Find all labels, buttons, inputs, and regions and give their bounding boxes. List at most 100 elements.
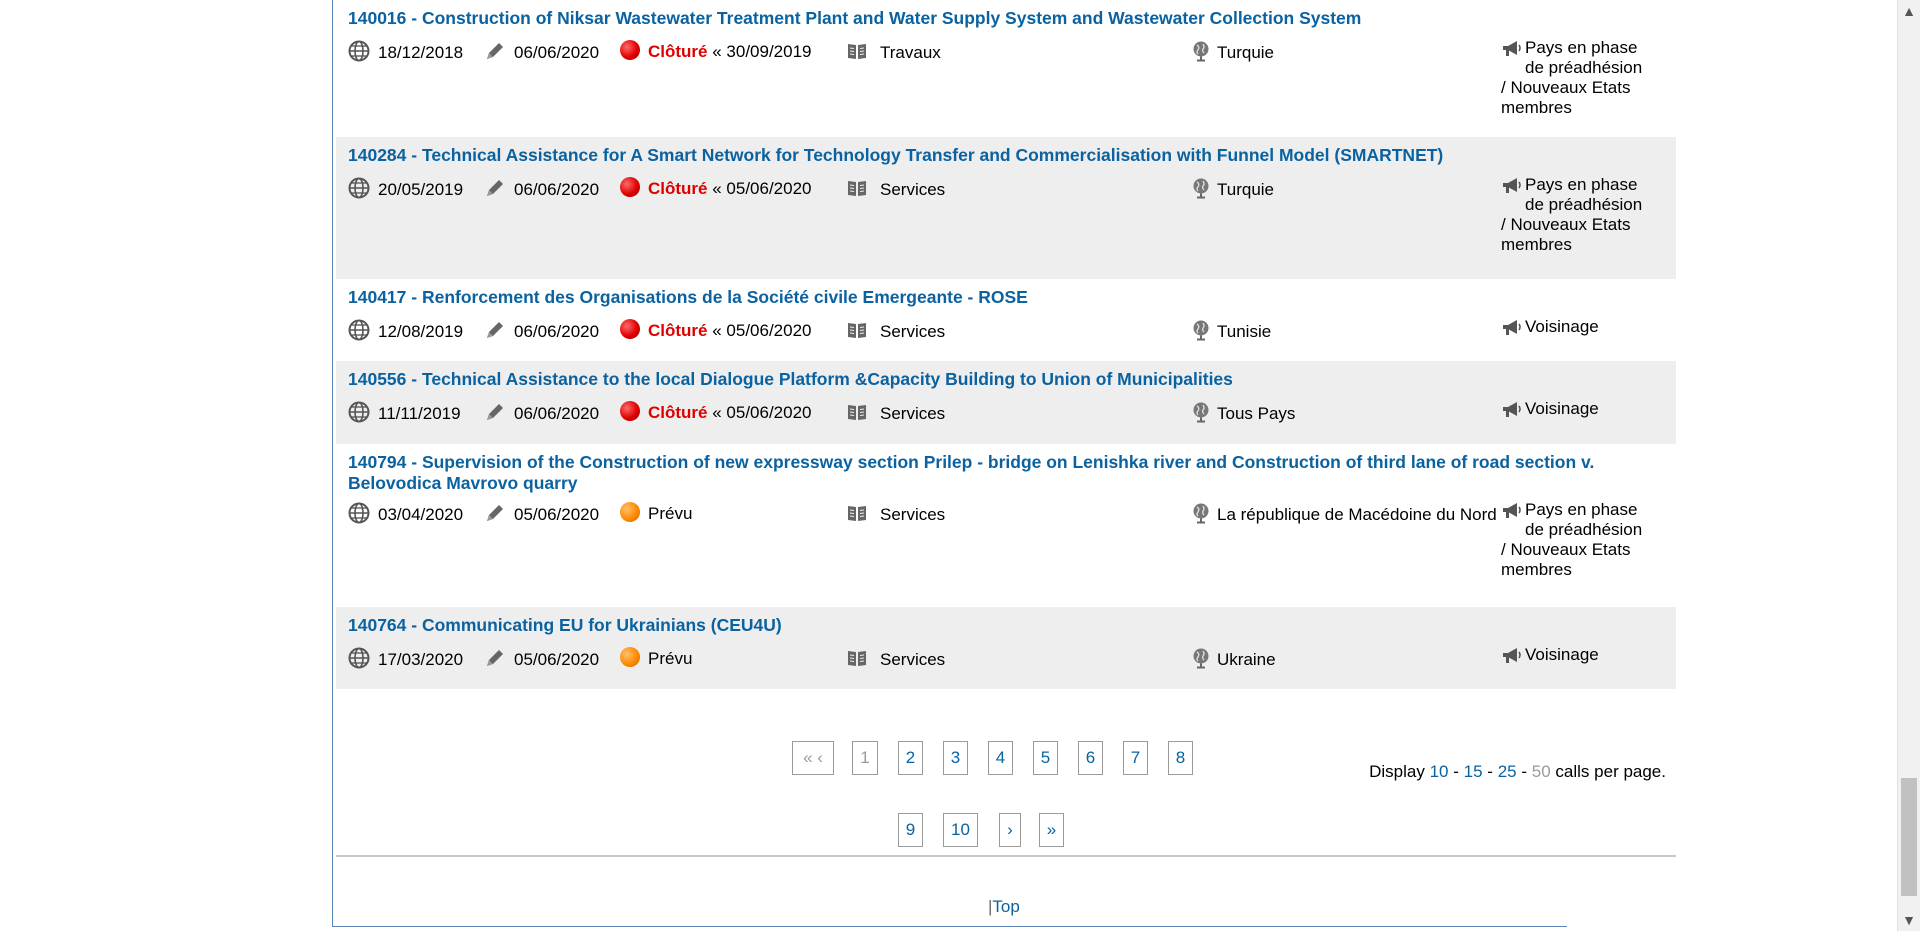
updated-date: 06/06/2020	[484, 40, 599, 67]
updated-date: 06/06/2020	[484, 177, 599, 204]
pencil-icon	[484, 647, 506, 674]
status-dot-icon	[620, 40, 640, 60]
updated-date: 06/06/2020	[484, 319, 599, 346]
per-page-sep-2: -	[1487, 762, 1493, 781]
megaphone-icon	[1501, 38, 1523, 65]
call-title-link[interactable]: 140417 - Renforcement des Organisations …	[348, 287, 1666, 308]
contract-type-value: Services	[880, 404, 946, 423]
book-icon	[846, 319, 868, 346]
globe-icon	[348, 502, 370, 529]
published-date: 20/05/2019	[348, 177, 463, 204]
result-row: 140417 - Renforcement des Organisations …	[336, 279, 1676, 361]
call-title-link[interactable]: 140284 - Technical Assistance for A Smar…	[348, 145, 1666, 166]
result-row: 140016 - Construction of Niksar Wastewat…	[336, 0, 1676, 137]
globe-icon	[348, 319, 370, 346]
programme: Voisinage	[1501, 399, 1651, 426]
result-row: 140556 - Technical Assistance to the loc…	[336, 361, 1676, 444]
result-row: 140794 - Supervision of the Construction…	[336, 444, 1676, 607]
scroll-thumb[interactable]	[1901, 778, 1917, 896]
published-date-value: 20/05/2019	[378, 180, 464, 199]
page-5-button[interactable]: 5	[1033, 741, 1058, 775]
next-page-button[interactable]: ›	[999, 813, 1021, 847]
updated-date-value: 06/06/2020	[514, 322, 600, 341]
status-dot-icon	[620, 401, 640, 421]
divider	[336, 855, 1676, 857]
status-label: Clôturé	[648, 321, 708, 340]
country: Turquie	[1191, 40, 1274, 67]
pencil-icon	[484, 319, 506, 346]
contract-type: Services	[846, 502, 945, 529]
published-date: 11/11/2019	[348, 401, 461, 428]
contract-type-value: Services	[880, 650, 946, 669]
published-date: 12/08/2019	[348, 319, 463, 346]
vertical-scrollbar[interactable]: ▲ ▼	[1897, 0, 1920, 931]
country-value: Turquie	[1217, 43, 1275, 62]
call-title-link[interactable]: 140016 - Construction of Niksar Wastewat…	[348, 8, 1666, 29]
pencil-icon	[484, 40, 506, 67]
updated-date: 06/06/2020	[484, 401, 599, 428]
published-date-value: 18/12/2018	[378, 43, 464, 62]
megaphone-icon	[1501, 500, 1523, 527]
earth-icon	[1191, 647, 1211, 674]
per-page-suffix: calls per page.	[1555, 762, 1666, 781]
updated-date-value: 05/06/2020	[514, 505, 600, 524]
pagination: « ‹ 1 2 3 4 5 6 7 8 9 10 › » Display 10 …	[336, 740, 1676, 850]
contract-type: Services	[846, 401, 945, 428]
programme-value: Voisinage	[1525, 317, 1599, 336]
scroll-up-arrow-icon[interactable]: ▲	[1898, 0, 1920, 22]
programme: Pays en phase de préadhésion / Nouveaux …	[1501, 175, 1651, 255]
updated-date: 05/06/2020	[484, 502, 599, 529]
updated-date-value: 06/06/2020	[514, 180, 600, 199]
published-date-value: 12/08/2019	[378, 322, 464, 341]
updated-date: 05/06/2020	[484, 647, 599, 674]
pencil-icon	[484, 401, 506, 428]
country-value: Ukraine	[1217, 650, 1276, 669]
country: Ukraine	[1191, 647, 1276, 674]
per-page-15-link[interactable]: 15	[1464, 762, 1483, 781]
earth-icon	[1191, 401, 1211, 428]
programme: Pays en phase de préadhésion / Nouveaux …	[1501, 500, 1651, 580]
globe-icon	[348, 177, 370, 204]
page-4-button[interactable]: 4	[988, 741, 1013, 775]
status-label: Clôturé	[648, 42, 708, 61]
published-date-value: 17/03/2020	[378, 650, 464, 669]
book-icon	[846, 502, 868, 529]
per-page-prefix: Display	[1369, 762, 1425, 781]
published-date: 17/03/2020	[348, 647, 463, 674]
status: Prévu	[620, 502, 692, 524]
status: Clôturé « 05/06/2020	[620, 177, 812, 199]
first-prev-button: « ‹	[792, 741, 834, 775]
top-link[interactable]: Top	[992, 897, 1019, 916]
call-title-link[interactable]: 140556 - Technical Assistance to the loc…	[348, 369, 1666, 390]
book-icon	[846, 647, 868, 674]
deadline-date: « 05/06/2020	[712, 179, 812, 198]
page-9-button[interactable]: 9	[898, 813, 923, 847]
call-title-link[interactable]: 140794 - Supervision of the Construction…	[348, 452, 1666, 494]
page-3-button[interactable]: 3	[943, 741, 968, 775]
page-7-button[interactable]: 7	[1123, 741, 1148, 775]
contract-type: Services	[846, 177, 945, 204]
per-page-sep-3: -	[1521, 762, 1528, 781]
country-value: La république de Macédoine du Nord	[1217, 505, 1497, 524]
scroll-down-arrow-icon[interactable]: ▼	[1898, 909, 1920, 931]
last-page-button[interactable]: »	[1039, 813, 1064, 847]
per-page-25-link[interactable]: 25	[1498, 762, 1517, 781]
page-2-button[interactable]: 2	[898, 741, 923, 775]
per-page-selector: Display 10 - 15 - 25 - 50 calls per page…	[1369, 762, 1666, 782]
status-dot-icon	[620, 502, 640, 522]
book-icon	[846, 40, 868, 67]
page-10-button[interactable]: 10	[943, 813, 978, 847]
megaphone-icon	[1501, 175, 1523, 202]
globe-icon	[348, 401, 370, 428]
status: Clôturé « 05/06/2020	[620, 401, 812, 423]
page-8-button[interactable]: 8	[1168, 741, 1193, 775]
status-label: Prévu	[648, 504, 693, 523]
per-page-sep-1: -	[1453, 762, 1459, 781]
status-dot-icon	[620, 647, 640, 667]
per-page-10-link[interactable]: 10	[1430, 762, 1449, 781]
page-6-button[interactable]: 6	[1078, 741, 1103, 775]
megaphone-icon	[1501, 645, 1523, 672]
call-title-link[interactable]: 140764 - Communicating EU for Ukrainians…	[348, 615, 1666, 636]
deadline-date: « 30/09/2019	[712, 42, 812, 61]
contract-type: Travaux	[846, 40, 941, 67]
